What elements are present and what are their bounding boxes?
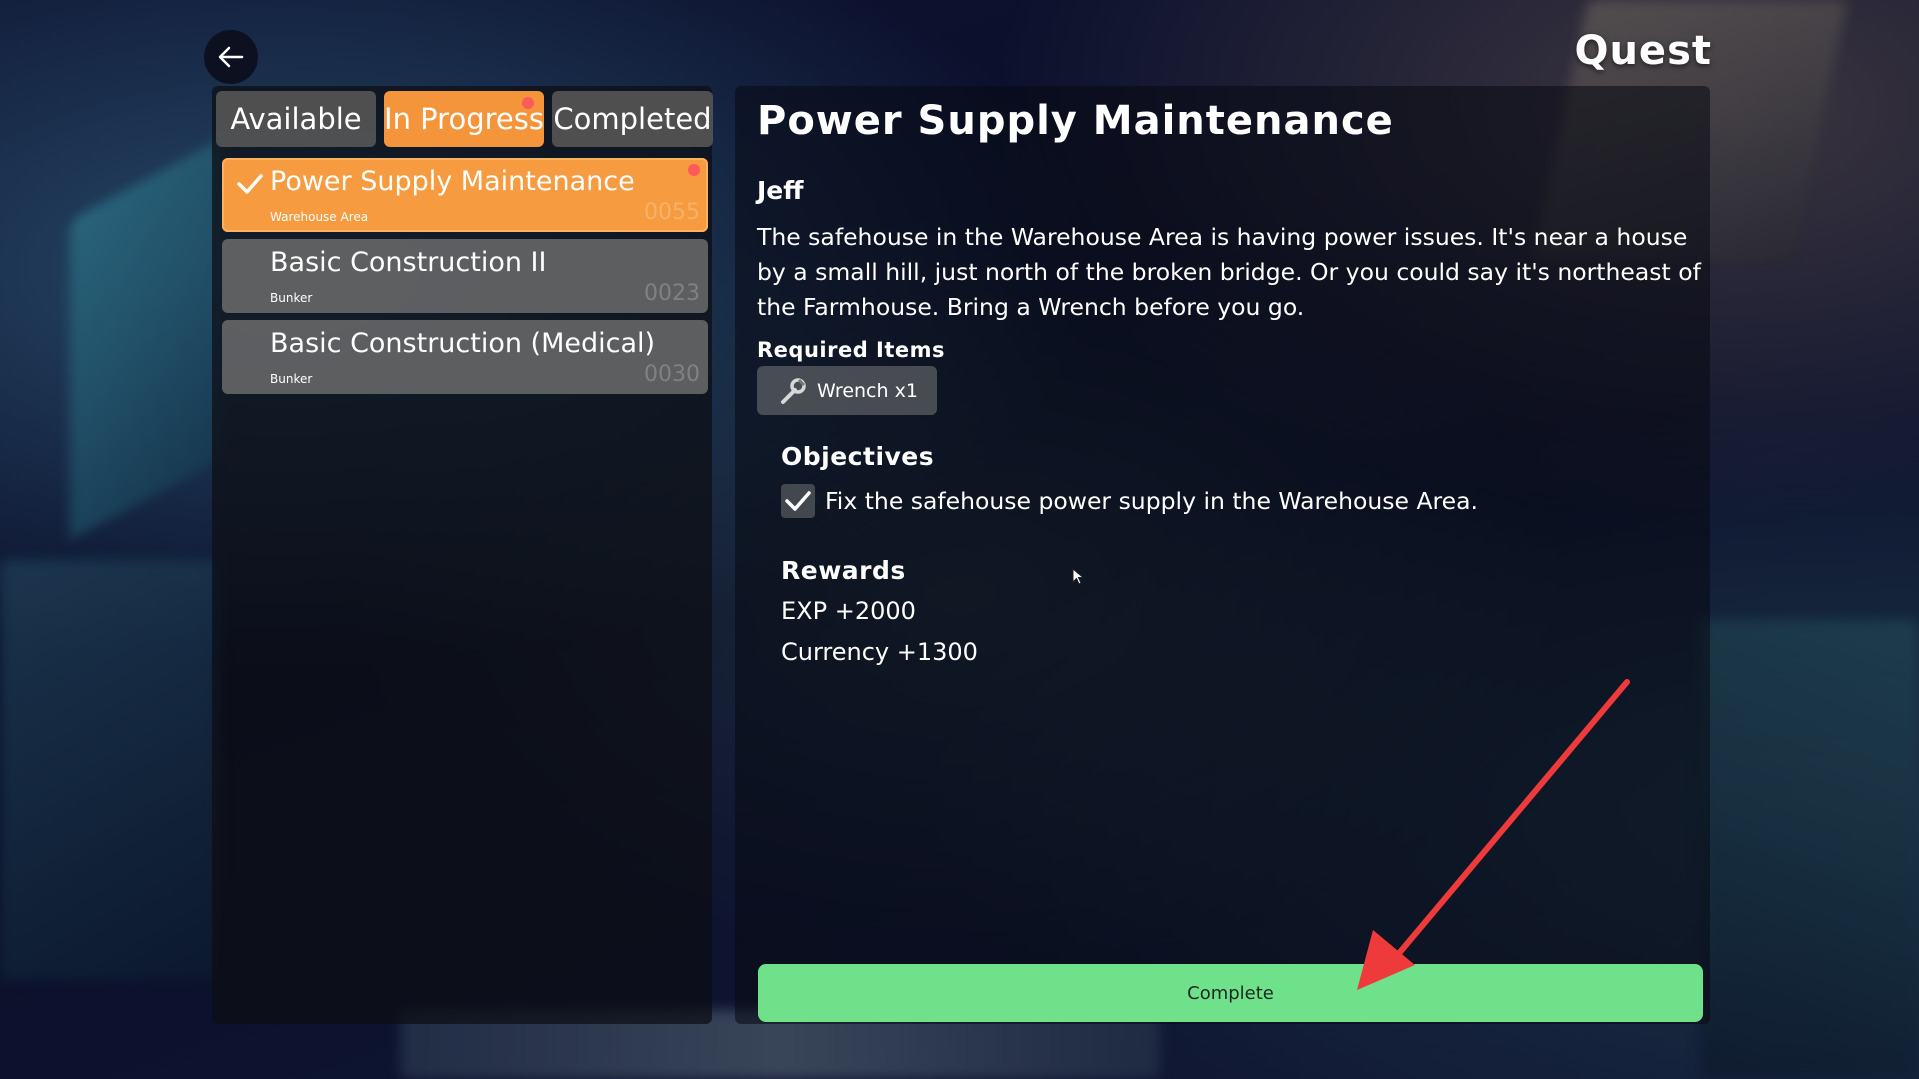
quest-detail-title: Power Supply Maintenance [757,98,1394,144]
quest-item-basic-construction-ii[interactable]: Basic Construction II Bunker 0023 [222,239,708,313]
quest-giver: Jeff [757,176,804,205]
quest-name: Basic Construction (Medical) [270,328,656,359]
screen-title: Quest [1574,28,1712,74]
complete-button[interactable]: Complete [758,964,1703,1022]
alert-dot [688,164,700,176]
tab-in-progress[interactable]: In Progress [384,91,544,147]
quest-name: Basic Construction II [270,247,547,278]
reward-currency: Currency +1300 [781,638,978,666]
quest-code: 0030 [644,362,700,387]
objective-item: Fix the safehouse power supply in the Wa… [781,484,1478,518]
quest-name: Power Supply Maintenance [270,166,635,197]
tab-completed[interactable]: Completed [552,91,713,147]
tab-label: In Progress [384,102,544,136]
checkmark-icon [785,491,811,511]
background-floor-right [1700,620,1919,1079]
tab-label: Completed [553,102,712,136]
reward-exp: EXP +2000 [781,597,916,625]
wrench-icon [781,377,806,404]
required-item-label: Wrench x1 [817,379,918,402]
complete-button-label: Complete [1187,982,1274,1004]
checkmark-icon [237,174,263,194]
background-floor-left [0,560,220,980]
background-building-left [70,140,220,540]
quest-tabs: Available In Progress Completed [216,91,713,147]
quest-code: 0023 [644,281,700,306]
mouse-cursor-icon [1072,568,1085,585]
required-items-label: Required Items [757,338,946,362]
quest-list: Power Supply Maintenance Warehouse Area … [222,158,708,401]
quest-description: The safehouse in the Warehouse Area is h… [757,223,1701,321]
quest-item-basic-construction-medical[interactable]: Basic Construction (Medical) Bunker 0030 [222,320,708,394]
quest-location: Warehouse Area [270,210,369,224]
tab-available[interactable]: Available [216,91,376,147]
quest-item-power-supply[interactable]: Power Supply Maintenance Warehouse Area … [222,158,708,232]
quest-location: Bunker [270,372,313,386]
arrow-left-icon [218,46,244,68]
objective-text: Fix the safehouse power supply in the Wa… [825,487,1478,515]
rewards-label: Rewards [781,556,906,585]
tab-label: Available [230,102,362,136]
quest-location: Bunker [270,291,313,305]
objectives-label: Objectives [781,442,935,471]
alert-dot [522,97,534,109]
required-item-wrench[interactable]: Wrench x1 [757,366,937,415]
quest-code: 0055 [644,200,700,225]
objective-checkbox [781,484,815,518]
back-button[interactable] [204,30,258,84]
